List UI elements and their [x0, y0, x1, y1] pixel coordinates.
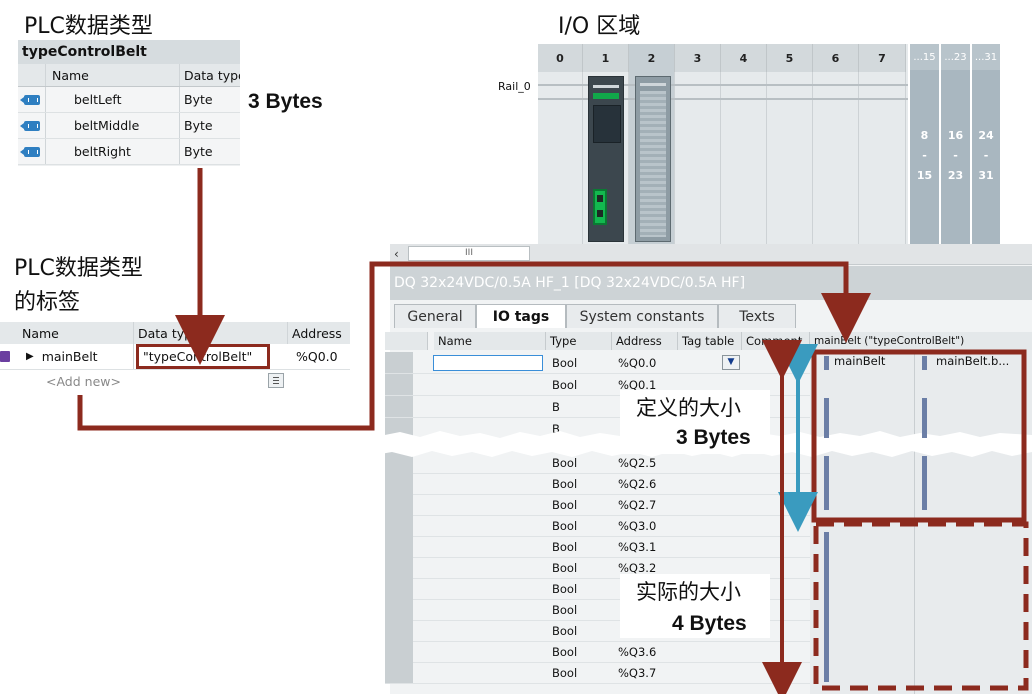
struct-bar — [922, 356, 927, 370]
actual-size-box — [813, 521, 1029, 691]
struct-bar — [824, 398, 829, 438]
defined-size-box — [811, 349, 1027, 523]
struct-bar — [922, 398, 927, 438]
struct-bar — [922, 456, 927, 510]
struct-bar — [824, 532, 829, 682]
defined-size-value: 3 Bytes — [676, 426, 751, 449]
struct-bar — [824, 456, 829, 510]
struct-bar — [824, 356, 829, 370]
actual-size-value: 4 Bytes — [672, 612, 747, 635]
defined-size-label: 定义的大小 — [636, 396, 741, 420]
annotation-overlay — [77, 168, 1029, 694]
actual-size-label: 实际的大小 — [636, 580, 741, 604]
